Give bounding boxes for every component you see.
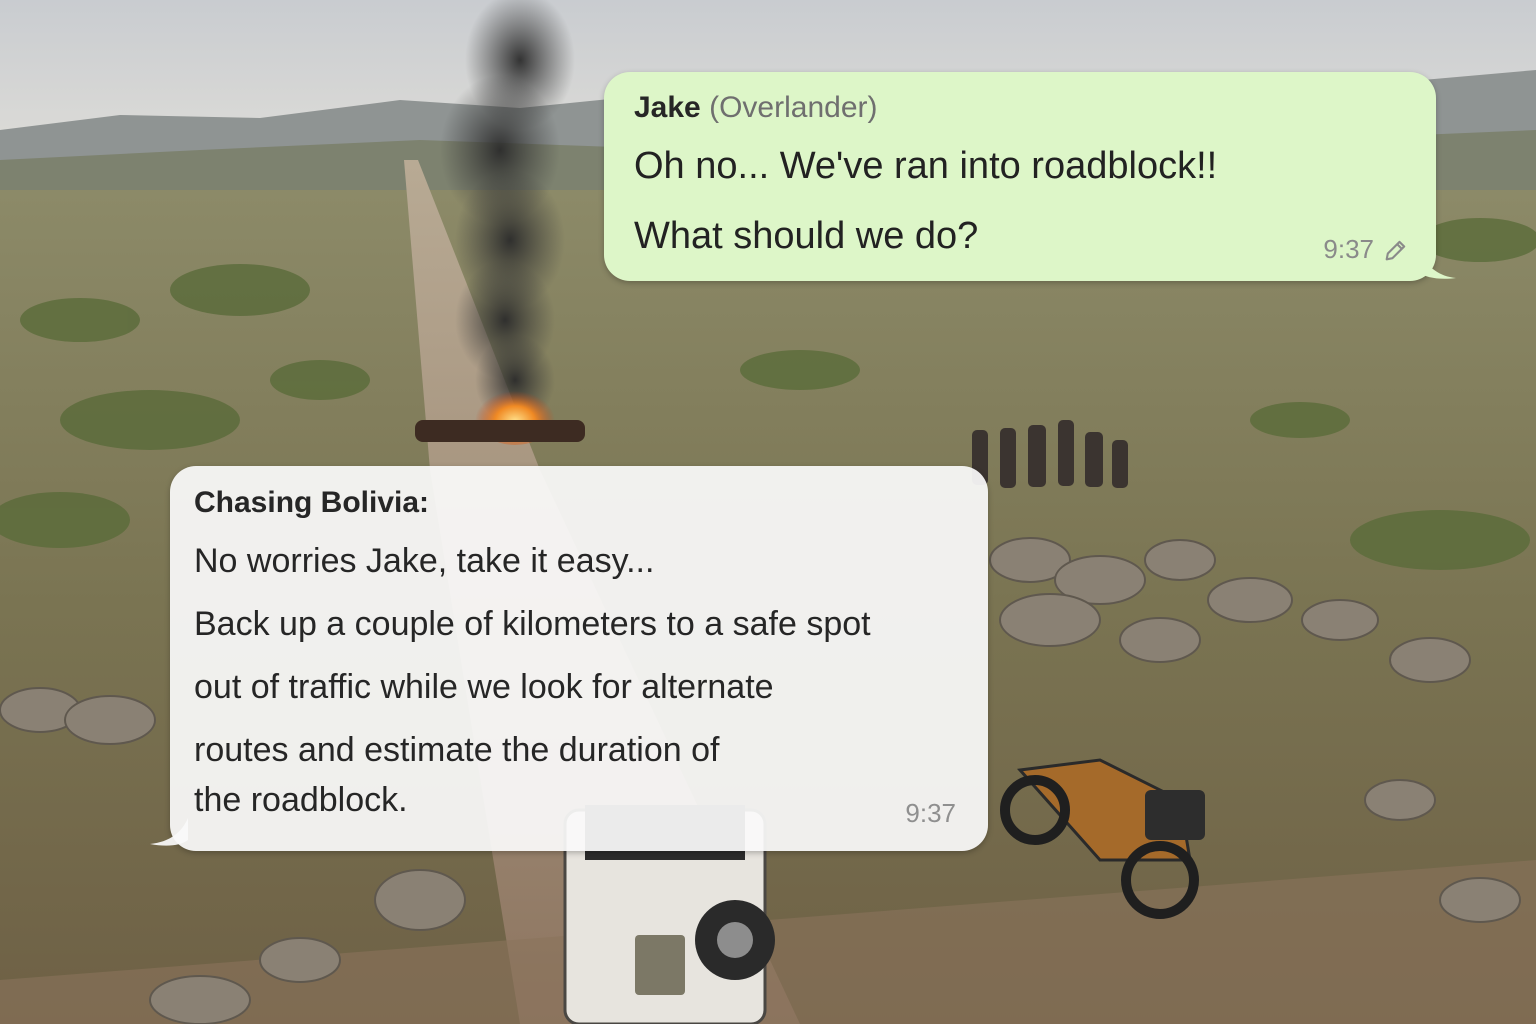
message-meta: 9:37 xyxy=(905,798,956,829)
message-time: 9:37 xyxy=(905,798,956,828)
message-line: What should we do? xyxy=(634,215,979,257)
pencil-edit-icon xyxy=(1385,240,1406,260)
message-meta: 9:37 xyxy=(1323,234,1410,265)
message-time: 9:37 xyxy=(1323,234,1374,264)
sender-role: (Overlander) xyxy=(709,91,878,124)
message-line: Oh no... We've ran into roadblock!! xyxy=(634,145,1218,187)
message-line: out of traffic while we look for alterna… xyxy=(194,668,774,706)
burning-debris xyxy=(415,420,585,442)
message-line: No worries Jake, take it easy... xyxy=(194,542,655,580)
message-line: routes and estimate the duration of xyxy=(194,731,720,769)
message-line: Back up a couple of kilometers to a safe… xyxy=(194,605,871,643)
message-line: the roadblock. xyxy=(194,781,408,819)
incoming-message-bubble[interactable]: Chasing Bolivia: No worries Jake, take i… xyxy=(170,466,988,851)
sender-name: Chasing Bolivia: xyxy=(194,486,430,519)
outgoing-bubble-tail xyxy=(1418,246,1456,279)
sender-name: Jake xyxy=(634,91,701,124)
outgoing-message-bubble[interactable]: Jake (Overlander) Oh no... We've ran int… xyxy=(604,72,1436,281)
sender-header: Jake (Overlander) xyxy=(634,90,1406,126)
incoming-bubble-tail xyxy=(150,818,188,846)
